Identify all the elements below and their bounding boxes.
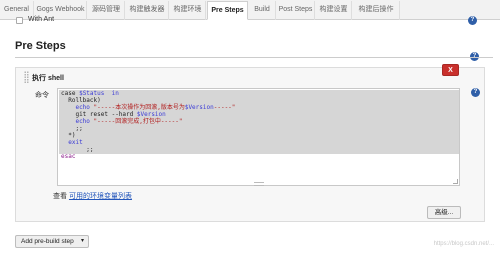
code-token: ;; bbox=[86, 146, 94, 153]
code-token: git reset --hard bbox=[75, 111, 134, 118]
code-token: $Status bbox=[79, 90, 105, 97]
code-token: $Version bbox=[136, 111, 166, 118]
with-ant-label: With Ant bbox=[28, 16, 55, 23]
delete-step-button[interactable]: X bbox=[442, 64, 459, 76]
code-token: $Version bbox=[184, 104, 214, 111]
chevron-down-icon: ▾ bbox=[80, 238, 84, 244]
code-token: in bbox=[111, 90, 119, 97]
command-label: 命令 bbox=[35, 92, 49, 99]
code-token: esac bbox=[61, 153, 76, 160]
code-token: case bbox=[61, 90, 76, 97]
execute-shell-step: 执行 shell X ? 命令 case $Status in Rollback… bbox=[15, 64, 485, 222]
code-token: -----" bbox=[213, 104, 236, 111]
code-token: "-----回滚完成,打包中-----" bbox=[93, 118, 183, 125]
add-pre-build-step-button[interactable]: Add pre-build step ▾ bbox=[15, 235, 89, 248]
advanced-button[interactable]: 高级... bbox=[427, 206, 461, 219]
step-title: 执行 shell bbox=[32, 75, 64, 82]
corner-resize-icon[interactable] bbox=[453, 179, 458, 184]
step-help-icon[interactable]: ? bbox=[471, 88, 480, 97]
drag-handle-icon[interactable] bbox=[24, 71, 29, 83]
with-ant-checkbox[interactable] bbox=[16, 17, 23, 24]
command-textarea[interactable]: case $Status in Rollback) echo "-----本次操… bbox=[57, 88, 460, 186]
add-pre-build-step-label: Add pre-build step bbox=[21, 238, 74, 245]
env-vars-prefix: 查看 bbox=[53, 193, 67, 200]
code-token: "-----本次操作为回滚,版本号为 bbox=[93, 104, 185, 111]
with-ant-help-icon[interactable]: ? bbox=[468, 16, 477, 25]
section-title: Pre Steps bbox=[15, 40, 66, 52]
code-token: ;; bbox=[75, 125, 83, 132]
code-token: echo bbox=[75, 104, 90, 111]
env-vars-row: 查看 可用的环境变量列表 bbox=[53, 191, 132, 201]
env-vars-link[interactable]: 可用的环境变量列表 bbox=[69, 193, 132, 200]
resize-grip-icon[interactable] bbox=[254, 182, 264, 186]
section-divider bbox=[15, 57, 493, 58]
code-token: Rollback) bbox=[68, 97, 101, 104]
code-token: *) bbox=[68, 132, 76, 139]
with-ant-row: With Ant ? bbox=[6, 15, 494, 25]
watermark: https://blog.csdn.net/... bbox=[433, 241, 494, 247]
code-token: exit bbox=[68, 139, 83, 146]
shell-script: case $Status in Rollback) echo "-----本次操… bbox=[61, 90, 235, 160]
code-token: echo bbox=[75, 118, 90, 125]
